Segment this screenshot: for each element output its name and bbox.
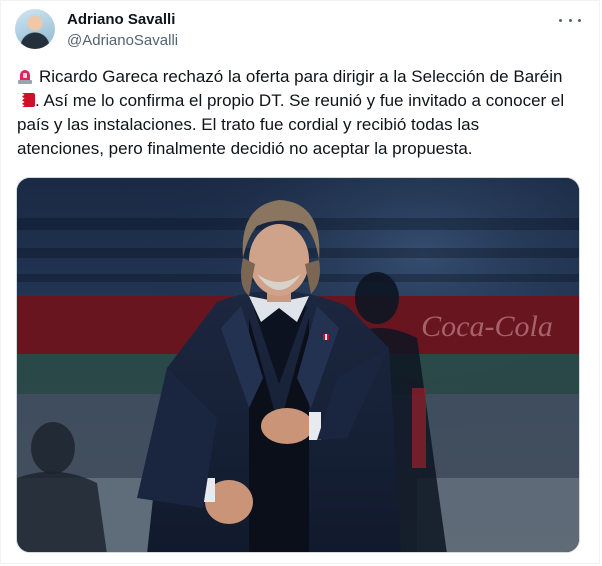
author-handle[interactable]: @AdrianoSavalli	[67, 31, 178, 51]
bahrain-flag-icon	[17, 93, 35, 107]
photo-coach-in-stadium: Coca-Cola	[17, 178, 579, 552]
tweet-card[interactable]: Adriano Savalli @AdrianoSavalli Ricardo …	[0, 0, 600, 564]
tweet-text-content-1: Ricardo Gareca rechazó la oferta para di…	[39, 67, 563, 86]
billboard-text: Coca-Cola	[421, 310, 553, 343]
more-horizontal-icon[interactable]	[559, 11, 581, 29]
tweet-text-line-4: atenciones, pero finalmente decidió no a…	[17, 139, 473, 158]
tweet-header: Adriano Savalli @AdrianoSavalli	[15, 9, 585, 55]
author-display-name[interactable]: Adriano Savalli	[67, 10, 178, 30]
author-names: Adriano Savalli @AdrianoSavalli	[67, 10, 178, 51]
tweet-text-line-2: . Así me lo confirma el propio DT. Se re…	[17, 89, 587, 113]
tweet-media-photo[interactable]: Coca-Cola	[16, 177, 580, 553]
tweet-text: Ricardo Gareca rechazó la oferta para di…	[17, 65, 587, 161]
tweet-text-line-3: país y las instalaciones. El trato fue c…	[17, 115, 480, 134]
tweet-text-line-1: Ricardo Gareca rechazó la oferta para di…	[17, 65, 587, 89]
author-avatar[interactable]	[15, 9, 55, 49]
tweet-text-content-2: . Así me lo confirma el propio DT. Se re…	[35, 91, 565, 110]
rotating-light-icon	[18, 70, 32, 84]
